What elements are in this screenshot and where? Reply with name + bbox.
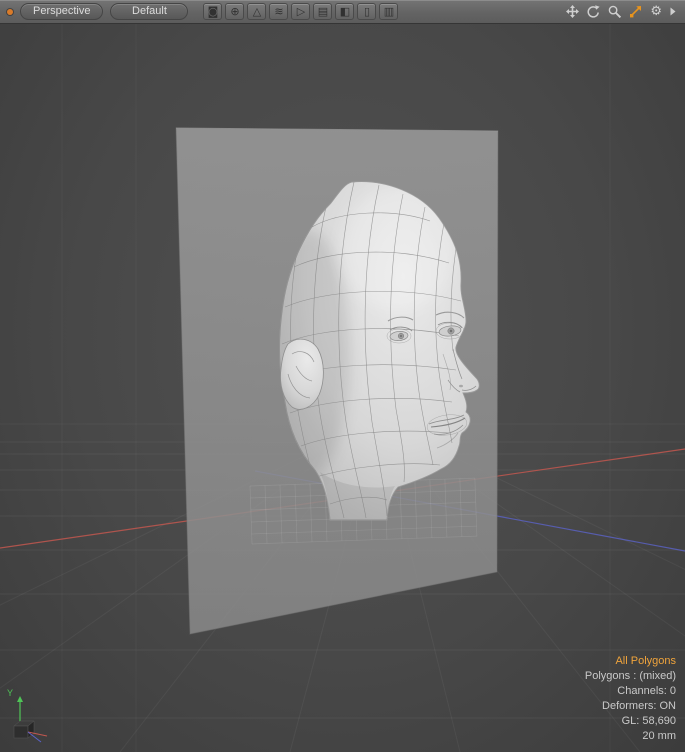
ear [280, 339, 323, 409]
stat-deformers: Deformers: ON [585, 699, 676, 714]
viewport-toolbar: Perspective Default ◙ ⊕ △ ≋ ▷ ▤ ◧ ▯ ▥ [0, 0, 685, 24]
page-icon[interactable]: ▯ [357, 3, 376, 20]
expand-arrow-icon[interactable] [670, 7, 676, 16]
maximize-icon[interactable] [629, 5, 642, 18]
settings-gear-icon[interactable]: ⚙ [650, 5, 662, 18]
viewport-style-buttons: ◙ ⊕ △ ≋ ▷ ▤ ◧ ▯ ▥ [203, 3, 401, 20]
viewport-indicator-dot[interactable] [7, 9, 13, 15]
zoom-icon[interactable] [608, 5, 621, 18]
flag-icon[interactable]: ▷ [291, 3, 310, 20]
ripple-icon[interactable]: ≋ [269, 3, 288, 20]
view-type-dropdown[interactable]: Perspective [20, 3, 103, 20]
viewport-stats: All Polygons Polygons : (mixed) Channels… [585, 654, 676, 744]
stat-selection-mode: All Polygons [585, 654, 676, 669]
viewport-3d: All Polygons Polygons : (mixed) Channels… [0, 24, 685, 752]
stat-grid-size: 20 mm [585, 729, 676, 744]
shading-preset-dropdown[interactable]: Default [110, 3, 188, 20]
globe-icon[interactable]: ⊕ [225, 3, 244, 20]
pan-icon[interactable] [566, 5, 579, 18]
stat-gl: GL: 58,690 [585, 714, 676, 729]
stat-channels: Channels: 0 [585, 684, 676, 699]
viewport-nav-tools: ⚙ [566, 5, 680, 18]
split-view-icon[interactable]: ◧ [335, 3, 354, 20]
layers-icon[interactable]: ▤ [313, 3, 332, 20]
orbit-icon[interactable] [587, 5, 600, 18]
stat-polygons: Polygons : (mixed) [585, 669, 676, 684]
pages-icon[interactable]: ▥ [379, 3, 398, 20]
modo-3d-viewport-window: { "toolbar": { "view_type": "Perspective… [0, 0, 685, 752]
cone-icon[interactable]: △ [247, 3, 266, 20]
axis-gizmo: Y [4, 684, 56, 746]
circle-square-icon[interactable]: ◙ [203, 3, 222, 20]
scene-canvas[interactable] [0, 24, 685, 752]
axis-gizmo-y-label: Y [7, 688, 13, 698]
